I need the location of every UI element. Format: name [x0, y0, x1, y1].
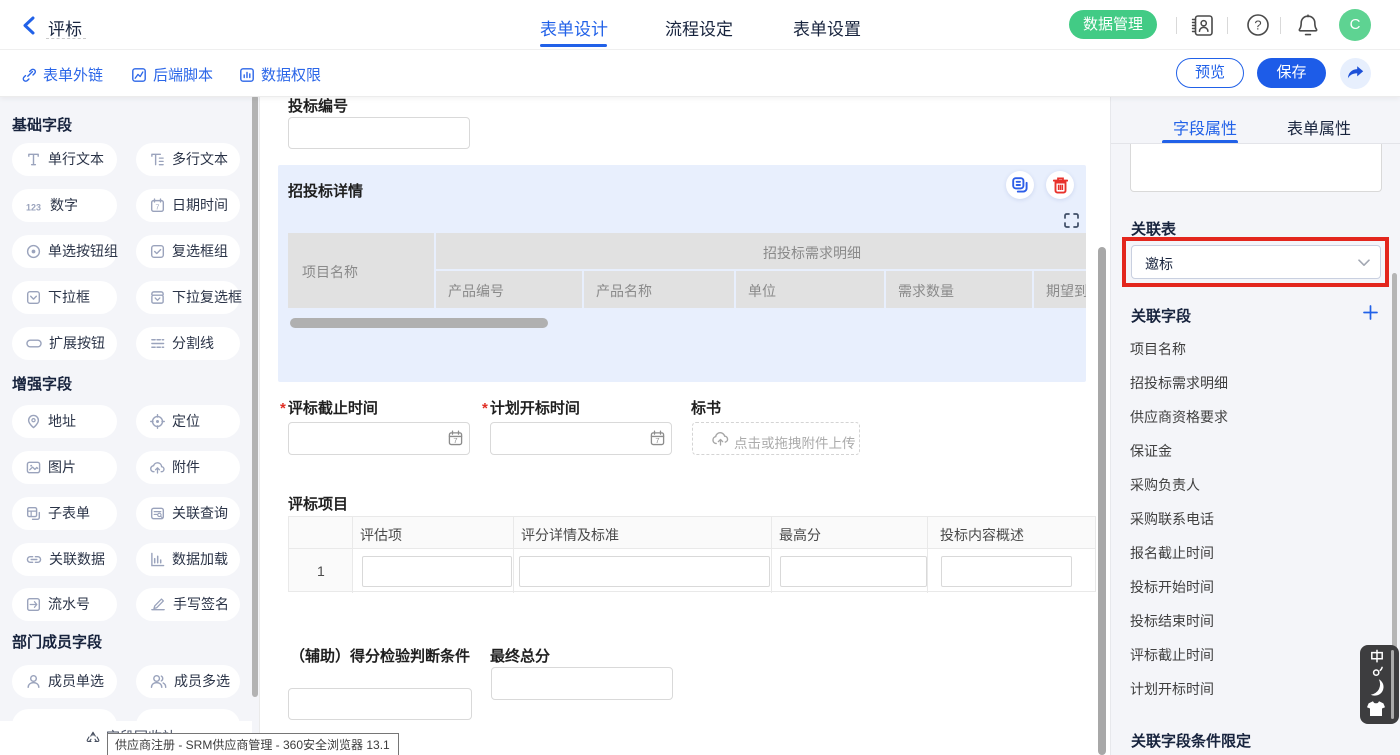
svg-text:123: 123 — [26, 202, 41, 212]
svg-text:?: ? — [1254, 18, 1261, 33]
svg-text:7: 7 — [655, 436, 659, 445]
svg-text:7: 7 — [156, 204, 160, 211]
svg-text:7: 7 — [453, 436, 457, 445]
